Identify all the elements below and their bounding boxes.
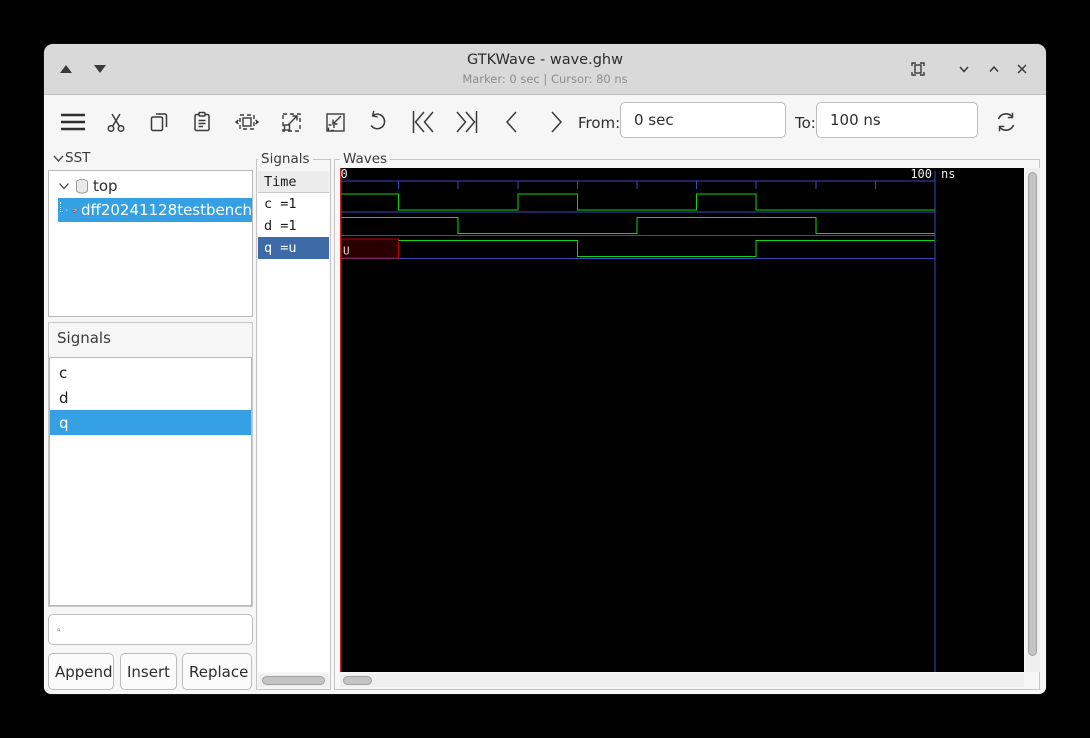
chevron-down-icon (959, 66, 969, 73)
sst-label: SST (65, 150, 91, 166)
fullscreen-icon (911, 62, 925, 76)
minimize-button[interactable] (952, 57, 976, 81)
chevron-up-icon (989, 65, 999, 72)
chevron-left-icon (505, 111, 517, 133)
wave-names-frame-label: Signals (258, 151, 313, 167)
gtkwave-window: GTKWave - wave.ghw Marker: 0 sec | Curso… (44, 44, 1046, 694)
zoom-fit-button[interactable] (231, 106, 263, 138)
wave-name-row-c[interactable]: c =1 (258, 193, 329, 215)
from-label: From: (578, 114, 621, 132)
titlebar[interactable]: GTKWave - wave.ghw Marker: 0 sec | Curso… (44, 44, 1046, 95)
reload-button[interactable] (990, 106, 1022, 138)
next-edge-button[interactable] (540, 106, 572, 138)
shift-left-button[interactable] (407, 106, 439, 138)
undo-arrow-icon (370, 110, 386, 130)
expander-chevron-icon (53, 155, 64, 162)
signal-label: c (59, 363, 68, 382)
close-icon (1017, 64, 1027, 74)
tree-item-label: dff20241128testbench (80, 201, 253, 219)
insert-button[interactable]: Insert (120, 653, 177, 690)
paste-button[interactable] (186, 106, 218, 138)
to-input[interactable] (816, 102, 978, 138)
sst-tree[interactable]: top dff20241128testbench (48, 170, 253, 317)
signal-list-item-d[interactable]: d (50, 385, 251, 410)
zoom-in-icon (282, 113, 301, 132)
menu-button[interactable] (57, 106, 89, 138)
tree-connector (60, 202, 64, 212)
wave-name-row-q[interactable]: q =u (258, 237, 329, 259)
svg-text:ns: ns (941, 168, 955, 181)
search-icon (57, 627, 61, 632)
database-icon (76, 178, 88, 194)
tree-item-label: top (93, 177, 118, 195)
scrollbar-thumb[interactable] (1028, 172, 1037, 656)
scrollbar-thumb[interactable] (343, 676, 372, 685)
tree-item-top[interactable]: top (49, 174, 252, 198)
wave-names-hscrollbar[interactable] (258, 674, 329, 687)
copy-icon (150, 113, 168, 132)
from-input[interactable] (620, 102, 786, 138)
signal-label: q (59, 413, 69, 432)
tree-item-testbench[interactable]: dff20241128testbench (58, 198, 252, 222)
signal-search-box[interactable] (48, 614, 253, 645)
close-button[interactable] (1010, 57, 1034, 81)
signal-list-item-c[interactable]: c (50, 360, 251, 385)
wave-name-row-d[interactable]: d =1 (258, 215, 329, 237)
copy-button[interactable] (143, 106, 175, 138)
to-label: To: (795, 114, 816, 132)
append-button[interactable]: Append (48, 653, 114, 690)
chevron-right-icon (551, 111, 563, 133)
zoom-in-button[interactable] (275, 106, 307, 138)
undo-button[interactable] (362, 106, 394, 138)
skip-to-end-icon (456, 111, 478, 133)
clipboard-icon (194, 111, 210, 132)
zoom-out-button[interactable] (319, 106, 351, 138)
wave-canvas[interactable]: 0 100 ns U (340, 168, 1024, 672)
zoom-out-icon (326, 113, 345, 132)
signal-list-item-q[interactable]: q (50, 410, 251, 435)
signals-list[interactable]: c d q (49, 357, 252, 606)
time-header[interactable]: Time (258, 171, 329, 193)
window-title: GTKWave - wave.ghw (467, 52, 623, 68)
sst-expander[interactable]: SST (52, 149, 90, 167)
search-input[interactable] (67, 620, 252, 639)
reload-icon (997, 112, 1015, 132)
testbench-module-icon (72, 207, 77, 213)
expander-chevron-right-icon[interactable] (65, 203, 69, 217)
toolbar: From: To: (44, 95, 1046, 148)
shift-right-button[interactable] (451, 106, 483, 138)
expander-chevron-icon[interactable] (57, 179, 71, 193)
scissors-icon (107, 113, 125, 132)
marker-cursor-status: Marker: 0 sec | Cursor: 80 ns (462, 72, 628, 86)
waves-hscrollbar[interactable] (340, 674, 1024, 687)
signals-frame-label: Signals (57, 329, 111, 347)
skip-to-start-icon (412, 111, 434, 133)
signal-label: d (59, 388, 69, 407)
hamburger-menu-icon (61, 113, 85, 131)
fullscreen-button[interactable] (906, 57, 930, 81)
maximize-button[interactable] (982, 57, 1006, 81)
prev-edge-button[interactable] (496, 106, 528, 138)
waves-frame-label: Waves (340, 151, 391, 167)
desktop-background: GTKWave - wave.ghw Marker: 0 sec | Curso… (0, 0, 1090, 738)
waves-vscrollbar[interactable] (1026, 168, 1040, 672)
replace-button[interactable]: Replace (182, 653, 252, 690)
svg-text:U: U (343, 245, 350, 258)
zoom-fit-icon (234, 114, 260, 130)
cut-button[interactable] (100, 106, 132, 138)
svg-text:100: 100 (910, 168, 932, 181)
svg-text:0: 0 (341, 168, 348, 181)
scrollbar-thumb[interactable] (262, 676, 325, 685)
